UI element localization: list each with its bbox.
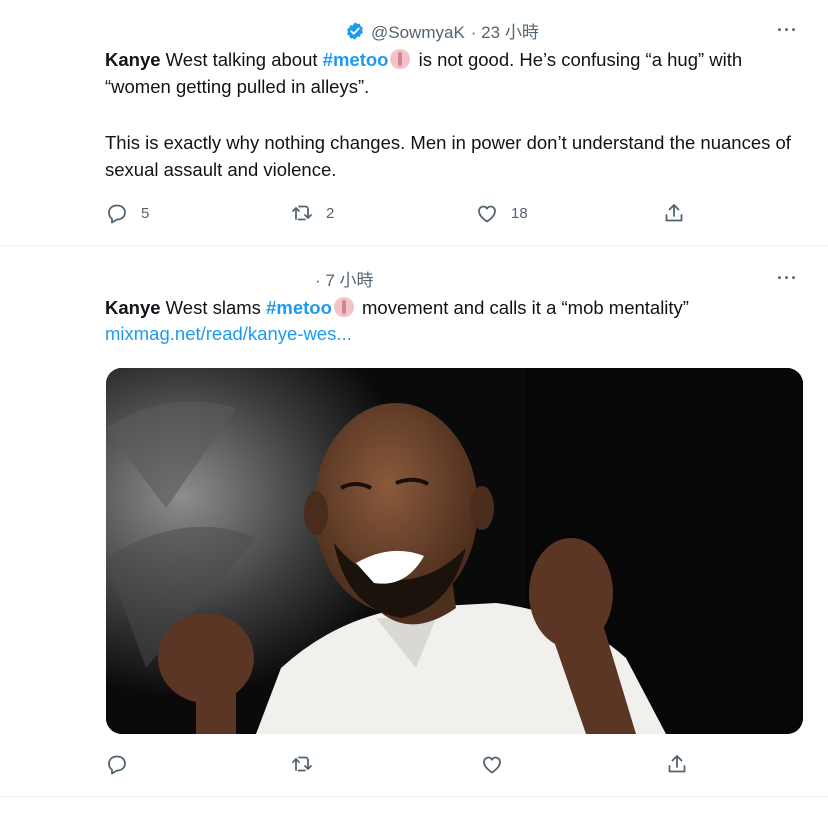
retweet-icon <box>292 756 312 772</box>
share-icon <box>668 755 686 773</box>
tweet-1-text-part: West talking about <box>160 49 323 70</box>
reply-button[interactable] <box>105 752 129 776</box>
tweet-2-text-part: movement and calls it a “mob mentality” <box>356 297 689 318</box>
tweet-2-text-part: West slams <box>160 297 267 318</box>
tweet-1-header: @SowmyaK · 23 小時 <box>345 18 539 43</box>
tweet-2-more-icon[interactable]: ··· <box>777 268 798 289</box>
like-count: 18 <box>511 204 528 222</box>
verified-badge-icon <box>347 22 363 40</box>
tweet-2-text: Kanye West slams #metoo movement and cal… <box>105 294 805 321</box>
tweet-1-actions: 5 2 18 <box>105 201 705 231</box>
tweet-1-text: Kanye West talking about #metoo is not g… <box>105 46 805 100</box>
retweet-button[interactable]: 2 <box>290 201 334 225</box>
tweet-1[interactable]: @SowmyaK · 23 小時 ··· Kanye West talking a… <box>0 0 828 244</box>
retweet-count: 2 <box>326 204 335 222</box>
tweet-1-text-paragraph-2: This is exactly why nothing changes. Men… <box>105 132 791 180</box>
retweet-icon <box>292 205 312 221</box>
tweet-1-more-icon[interactable]: ··· <box>777 20 798 41</box>
tweet-2-actions <box>105 752 705 782</box>
retweet-button[interactable] <box>290 752 314 776</box>
like-icon <box>478 205 496 223</box>
tweet-2-hashtag[interactable]: #metoo <box>266 297 332 318</box>
tweet-2[interactable]: · 7 小時 ··· Kanye West slams #metoo movem… <box>0 246 828 794</box>
tweet-1-name-word: Kanye <box>105 49 161 70</box>
like-icon <box>483 756 501 774</box>
tweet-1-handle[interactable]: @SowmyaK <box>371 23 465 42</box>
share-button[interactable] <box>662 201 686 225</box>
tweet-2-name-word: Kanye <box>105 297 161 318</box>
photo-illustration <box>106 368 803 734</box>
next-tweet-edge <box>0 796 828 815</box>
tweet-1-time[interactable]: · 23 小時 <box>471 23 539 42</box>
emoji-ribbon-icon <box>333 297 354 317</box>
share-button[interactable] <box>665 752 689 776</box>
tweet-1-hashtag[interactable]: #metoo <box>323 49 389 70</box>
reply-count: 5 <box>141 204 150 222</box>
reply-icon <box>108 204 126 224</box>
emoji-ribbon-icon <box>390 49 411 69</box>
like-button[interactable]: 18 <box>475 201 528 225</box>
like-button[interactable] <box>480 752 504 776</box>
tweet-2-time[interactable]: · 7 小時 <box>315 266 374 291</box>
reply-button[interactable]: 5 <box>105 201 149 225</box>
reply-icon <box>108 755 126 775</box>
share-icon <box>665 204 683 222</box>
tweet-2-link[interactable]: mixmag.net/read/kanye-wes... <box>105 323 352 345</box>
tweet-2-media-photo[interactable] <box>106 368 803 734</box>
